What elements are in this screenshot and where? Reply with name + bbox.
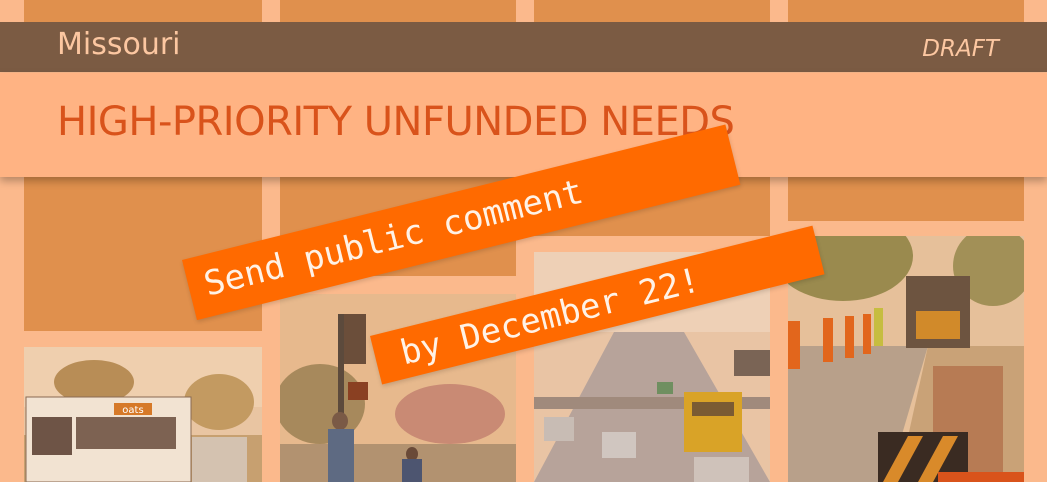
tile-top-1 xyxy=(24,0,262,22)
tile-top-4 xyxy=(788,0,1024,22)
oats-logo-text: oats xyxy=(122,405,143,416)
state-name: Missouri xyxy=(57,27,181,62)
school-bus xyxy=(684,392,742,452)
tile-top-2 xyxy=(280,0,516,22)
tile-mid-4 xyxy=(788,176,1024,221)
tile-top-3 xyxy=(534,0,770,22)
bus-illustration: oats xyxy=(24,347,262,482)
page-title: HIGH-PRIORITY UNFUNDED NEEDS xyxy=(57,99,735,145)
bus-photo: oats xyxy=(24,347,262,482)
draft-label: DRAFT xyxy=(922,36,999,62)
